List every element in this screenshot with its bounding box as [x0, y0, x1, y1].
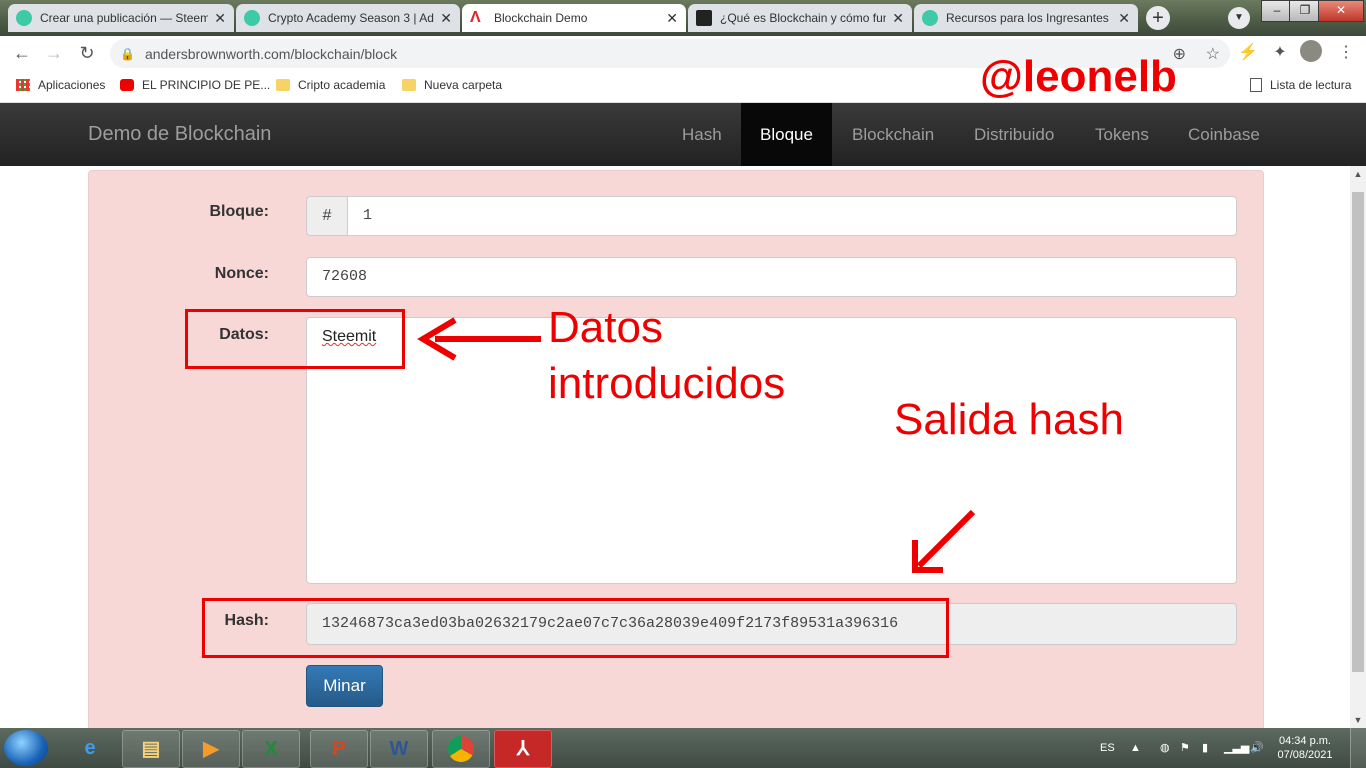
reading-list-label: Lista de lectura [1270, 78, 1352, 92]
data-note-line2: introducidos [548, 359, 786, 408]
nav-tokens[interactable]: Tokens [1076, 103, 1168, 166]
folder-icon [276, 79, 290, 91]
close-icon[interactable]: ✕ [892, 10, 904, 27]
bookmark-star-icon[interactable]: ☆ [1206, 44, 1220, 64]
nonce-label: Nonce: [214, 265, 269, 282]
apps-grid-icon [16, 79, 30, 91]
show-desktop-button[interactable] [1350, 728, 1366, 768]
nav-hash[interactable]: Hash [663, 103, 741, 166]
network-icon[interactable]: ◍ [1160, 728, 1170, 768]
steemit-icon [16, 10, 32, 26]
excel-icon[interactable]: X [242, 730, 300, 768]
youtube-icon [120, 79, 134, 91]
page-content: Bloque: # 1 Nonce: 72608 Datos: Steemit … [0, 166, 1350, 728]
bookmark-video[interactable]: EL PRINCIPIO DE PE... [120, 78, 270, 92]
steemit-icon [244, 10, 260, 26]
hash-arrow-annotation [912, 509, 976, 573]
maximize-button[interactable]: ❐ [1289, 0, 1321, 22]
avatar[interactable] [1300, 40, 1322, 62]
block-label: Bloque: [209, 203, 269, 220]
extension-icon[interactable]: ⚡ [1236, 41, 1260, 65]
author-handle-annotation: @leonelb [980, 52, 1177, 101]
close-icon[interactable]: ✕ [440, 10, 452, 27]
data-arrow-annotation [417, 317, 541, 361]
data-note-annotation: Datos introducidos [548, 300, 785, 412]
tab-steemit-post[interactable]: Crear una publicación — Steemit ✕ [8, 4, 234, 32]
windows-taskbar: e ▤ ▶ X P W ⅄ ES ▲ ◍ ⚑ ▮ ▁▃▅ 🔊 04:34 p.m… [0, 728, 1366, 768]
forward-button[interactable]: → [42, 41, 66, 65]
hash-highlight-box [202, 598, 949, 658]
site-navbar: Demo de Blockchain Hash Bloque Blockchai… [0, 103, 1366, 166]
tab-que-es-blockchain[interactable]: ¿Qué es Blockchain y cómo funciona ✕ [688, 4, 912, 32]
nav-blockchain[interactable]: Blockchain [833, 103, 953, 166]
tab-title: Crypto Academy Season 3 | Advanced [268, 11, 434, 25]
block-number-input[interactable]: 1 [347, 196, 1237, 236]
tray-expand-icon[interactable]: ▲ [1130, 728, 1141, 768]
clock-time: 04:34 p.m. [1279, 735, 1331, 747]
menu-icon[interactable]: ⋮ [1334, 41, 1358, 65]
article-site-icon [696, 10, 712, 26]
lock-icon: 🔒 [120, 46, 135, 61]
media-player-icon[interactable]: ▶ [182, 730, 240, 768]
new-tab-button[interactable]: + [1146, 6, 1170, 30]
nav-bloque[interactable]: Bloque [741, 103, 832, 166]
url-text: andersbrownworth.com/blockchain/block [144, 45, 398, 62]
chrome-icon[interactable] [432, 730, 490, 768]
nav-distribuido[interactable]: Distribuido [955, 103, 1073, 166]
scroll-up-icon[interactable]: ▲ [1350, 166, 1366, 182]
close-icon[interactable]: ✕ [214, 10, 226, 27]
mine-button[interactable]: Minar [306, 665, 383, 707]
internet-explorer-icon[interactable]: e [62, 730, 118, 766]
battery-icon[interactable]: ▮ [1202, 728, 1208, 768]
bookmark-label: EL PRINCIPIO DE PE... [142, 78, 271, 92]
bookmark-apps[interactable]: Aplicaciones [16, 78, 105, 92]
extensions-puzzle-icon[interactable]: ✦ [1268, 41, 1292, 65]
file-explorer-icon[interactable]: ▤ [122, 730, 180, 768]
word-icon[interactable]: W [370, 730, 428, 768]
clock-date: 07/08/2021 [1277, 749, 1333, 761]
scrollbar-thumb[interactable] [1352, 192, 1364, 672]
flag-icon[interactable]: ⚑ [1180, 728, 1190, 768]
start-button[interactable] [4, 730, 48, 766]
volume-icon[interactable]: 🔊 [1250, 728, 1264, 768]
tab-search-button[interactable]: ▼ [1228, 7, 1250, 29]
nonce-input[interactable]: 72608 [306, 257, 1237, 297]
steemit-icon [922, 10, 938, 26]
data-highlight-box [185, 309, 405, 369]
close-icon[interactable]: ✕ [1118, 10, 1130, 27]
tab-blockchain-demo[interactable]: Λ Blockchain Demo ✕ [462, 4, 686, 32]
close-window-button[interactable]: ✕ [1318, 0, 1364, 22]
anders-logo-icon: Λ [470, 9, 481, 26]
back-button[interactable]: ← [10, 41, 34, 65]
bookmark-folder-cripto[interactable]: Cripto academia [276, 78, 385, 92]
language-indicator[interactable]: ES [1100, 728, 1115, 768]
tab-title: Recursos para los Ingresantes [946, 11, 1109, 25]
folder-icon [402, 79, 416, 91]
bookmark-label: Aplicaciones [38, 78, 106, 92]
site-brand[interactable]: Demo de Blockchain [88, 123, 271, 146]
tab-crypto-academy[interactable]: Crypto Academy Season 3 | Advanced ✕ [236, 4, 460, 32]
reading-list-icon [1250, 78, 1262, 92]
page-scrollbar[interactable]: ▲ ▼ [1350, 166, 1366, 728]
reading-list[interactable]: Lista de lectura [1250, 78, 1351, 92]
acrobat-icon[interactable]: ⅄ [494, 730, 552, 768]
tab-title: Crear una publicación — Steemit [40, 11, 209, 25]
clock[interactable]: 04:34 p.m. 07/08/2021 [1270, 734, 1340, 762]
hash-note-annotation: Salida hash [894, 395, 1124, 444]
close-icon[interactable]: ✕ [666, 10, 678, 27]
tab-title: ¿Qué es Blockchain y cómo funciona [720, 11, 887, 25]
block-hash-prefix: # [306, 196, 348, 236]
bookmark-label: Cripto academia [298, 78, 386, 92]
powerpoint-icon[interactable]: P [310, 730, 368, 768]
tab-title: Blockchain Demo [494, 11, 588, 25]
reload-button[interactable]: ↻ [75, 41, 99, 65]
bookmark-label: Nueva carpeta [424, 78, 503, 92]
tab-strip: Crear una publicación — Steemit ✕ Crypto… [0, 0, 1366, 36]
tab-recursos[interactable]: Recursos para los Ingresantes ✕ [914, 4, 1138, 32]
nav-coinbase[interactable]: Coinbase [1169, 103, 1279, 166]
data-note-line1: Datos [548, 303, 663, 352]
signal-icon[interactable]: ▁▃▅ [1224, 728, 1249, 768]
bookmark-folder-nueva[interactable]: Nueva carpeta [402, 78, 502, 92]
scroll-down-icon[interactable]: ▼ [1350, 712, 1366, 728]
